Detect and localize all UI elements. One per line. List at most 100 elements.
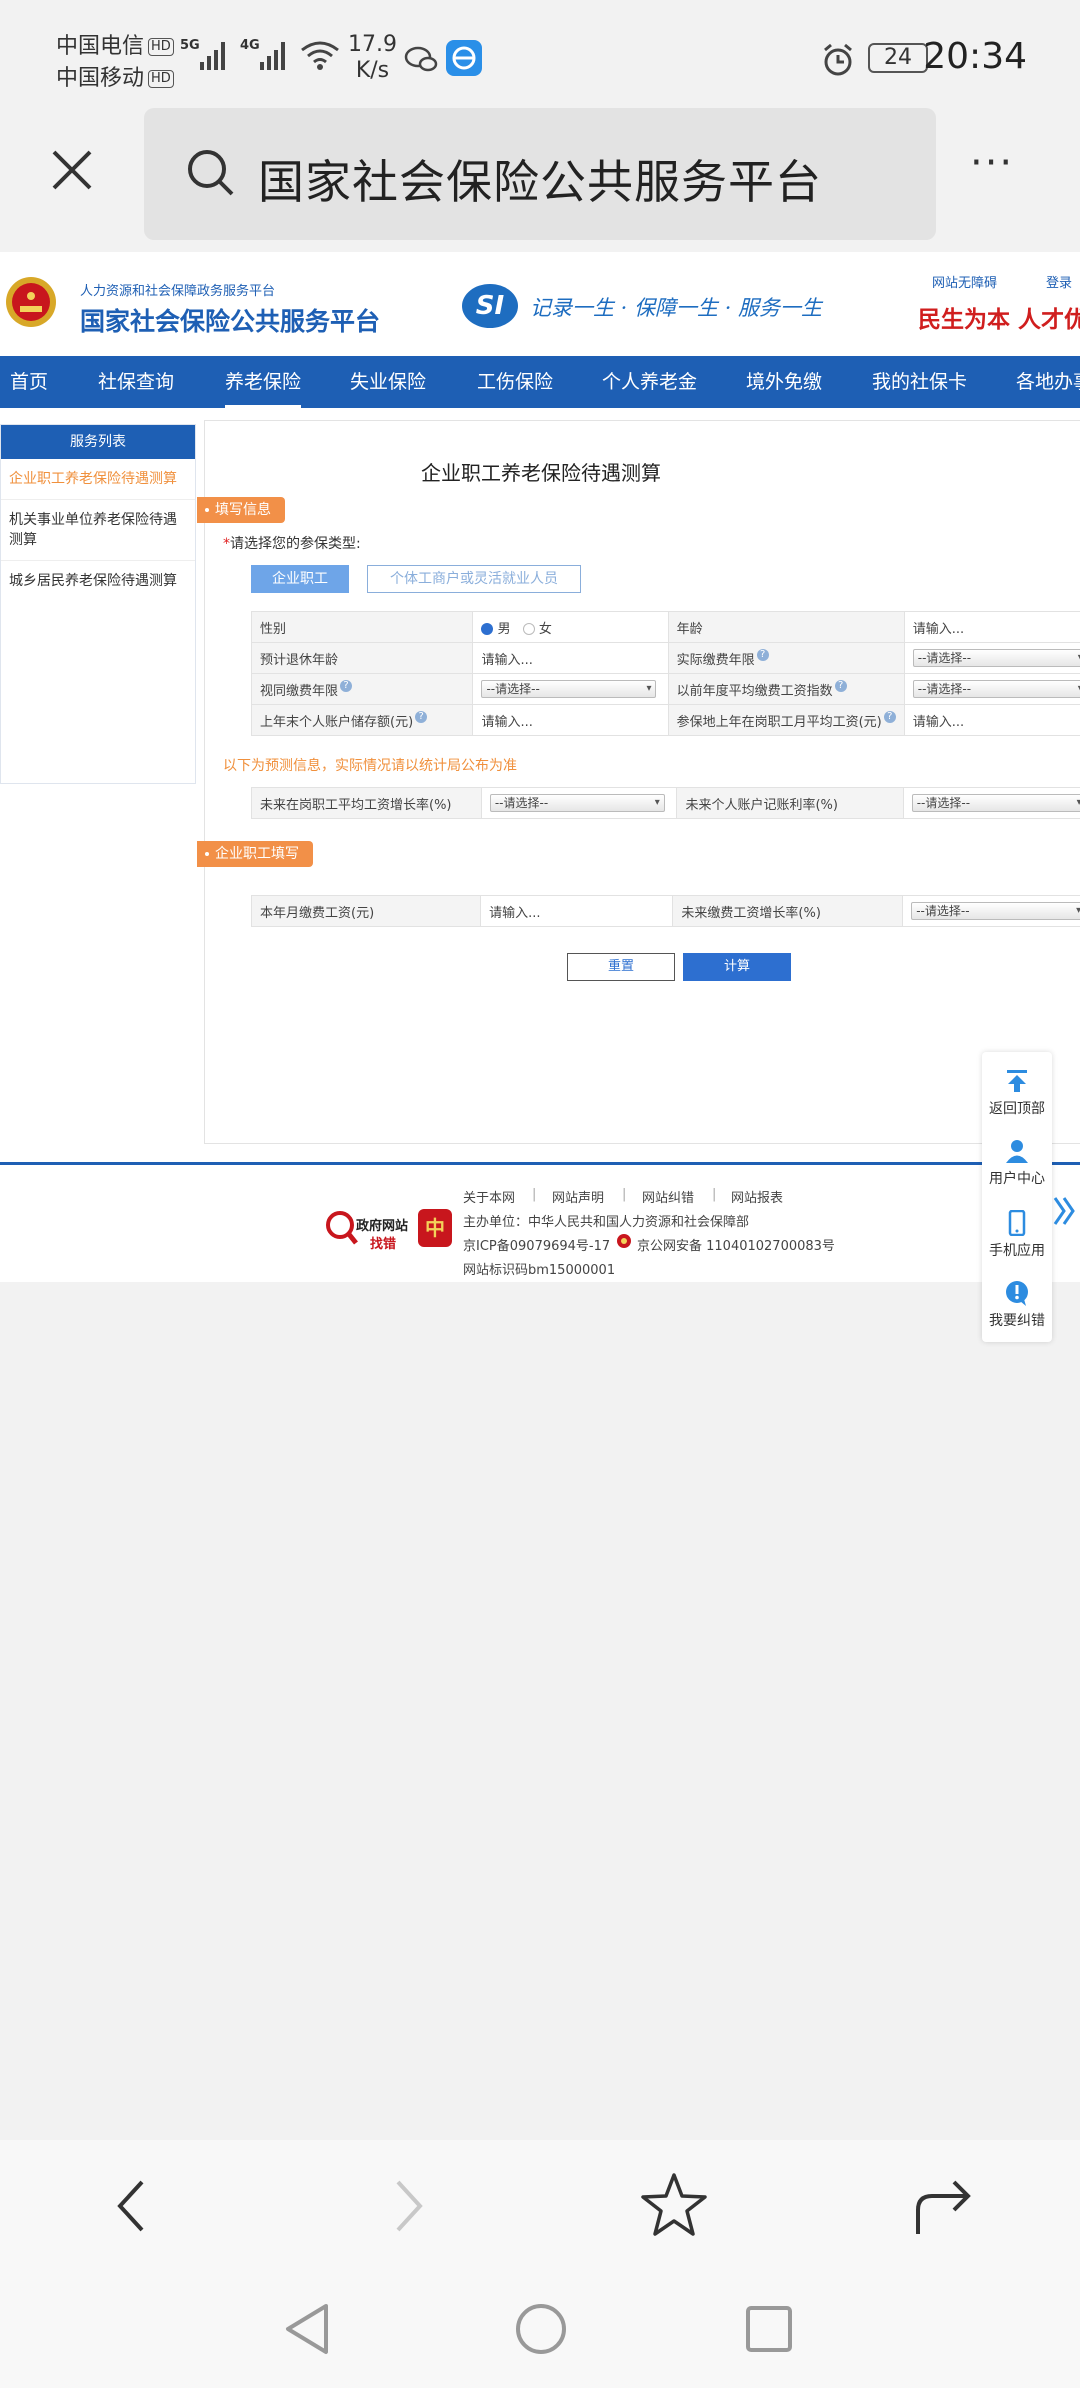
- calculate-button[interactable]: 计算: [683, 953, 791, 981]
- monthly-wage-input[interactable]: 请输入...: [480, 895, 674, 927]
- main-nav: 首页 社保查询 养老保险 失业保险 工伤保险 个人养老金 境外免缴 我的社保卡 …: [0, 356, 1080, 408]
- wage-growth-label: 未来在岗职工平均工资增长率(%): [251, 787, 482, 819]
- search-icon: [188, 150, 234, 196]
- deemed-years-select-cell: --请选择--: [472, 673, 669, 705]
- help-icon[interactable]: ?: [834, 679, 847, 692]
- actual-years-select[interactable]: --请选择--: [912, 649, 1080, 667]
- user-center-button[interactable]: 用户中心: [982, 1138, 1052, 1188]
- forward-icon[interactable]: [388, 2178, 428, 2234]
- avg-wage-input[interactable]: 请输入...: [903, 704, 1080, 736]
- type-individual-button[interactable]: 个体工商户或灵活就业人员: [367, 565, 581, 593]
- reset-button[interactable]: 重置: [567, 953, 675, 981]
- wage-index-label: 以前年度平均缴费工资指数?: [667, 673, 905, 705]
- nav-local-services[interactable]: 各地办事: [1016, 356, 1080, 408]
- page-title: 国家社会保险公共服务平台: [258, 155, 822, 209]
- address-bar[interactable]: 国家社会保险公共服务平台: [144, 108, 936, 240]
- form-table-forecast: 未来在岗职工平均工资增长率(%) --请选择-- 未来个人账户记账利率(%) -…: [251, 787, 1080, 819]
- monthly-wage-label: 本年月缴费工资(元): [250, 895, 482, 927]
- retire-age-input[interactable]: 请输入...: [472, 642, 669, 674]
- browser-toolbar: 国家社会保险公共服务平台 ···: [0, 100, 1080, 250]
- find-error-label[interactable]: 找错: [370, 1233, 396, 1252]
- interest-rate-label: 未来个人账户记账利率(%): [676, 787, 904, 819]
- footer-icp[interactable]: 京ICP备09079694号-17: [463, 1235, 610, 1254]
- type-enterprise-button[interactable]: 企业职工: [251, 565, 349, 593]
- avg-wage-label: 参保地上年在岗职工月平均工资(元)?: [667, 704, 905, 736]
- gender-options: 男 女: [472, 611, 669, 643]
- back-to-top-button[interactable]: 返回顶部: [982, 1068, 1052, 1118]
- nav-home[interactable]: 首页: [10, 356, 48, 408]
- footer-sponsor: 主办单位：中华人民共和国人力资源和社会保障部: [463, 1215, 750, 1230]
- bookmark-star-icon[interactable]: [640, 2172, 708, 2238]
- age-input[interactable]: 请输入...: [903, 611, 1080, 643]
- forecast-note: 以下为预测信息，实际情况请以统计局公布为准: [223, 758, 517, 774]
- footer-divider: |: [622, 1187, 627, 1202]
- deemed-years-select[interactable]: --请选择--: [481, 680, 657, 698]
- account-balance-label: 上年末个人账户储存额(元)?: [250, 704, 474, 736]
- calculator-panel: 企业职工养老保险待遇测算 填写信息 *请选择您的参保类型: 企业职工 个体工商户…: [197, 420, 1080, 1144]
- nav-social-insurance-query[interactable]: 社保查询: [98, 356, 174, 408]
- report-error-button[interactable]: 我要纠错: [982, 1280, 1052, 1330]
- footer-link-report[interactable]: 网站报表: [731, 1187, 783, 1206]
- female-radio[interactable]: [522, 623, 535, 635]
- gov-site-label[interactable]: 政府网站: [356, 1215, 408, 1234]
- back-icon[interactable]: [112, 2178, 152, 2234]
- alert-icon: [1006, 1281, 1028, 1306]
- future-wage-growth-select[interactable]: --请选择--: [911, 902, 1080, 920]
- section-enterprise: 企业职工填写: [197, 841, 313, 867]
- table-row: 上年末个人账户储存额(元)? 请输入... 参保地上年在岗职工月平均工资(元)?…: [250, 704, 1080, 736]
- sidebar-item-institution[interactable]: 机关事业单位养老保险待遇测算: [1, 500, 195, 561]
- interest-rate-select-cell: --请选择--: [902, 787, 1080, 819]
- status-bar: 中国电信 HD 中国移动 HD 5G 4G 17.9 K/s 24 20:34: [0, 0, 1080, 100]
- help-icon[interactable]: ?: [756, 648, 769, 661]
- insurance-type-prompt: *请选择您的参保类型:: [223, 536, 361, 552]
- age-label: 年龄: [667, 611, 905, 643]
- wifi-icon: [301, 41, 339, 70]
- help-icon[interactable]: ?: [340, 679, 353, 692]
- share-icon[interactable]: [912, 2174, 976, 2236]
- system-home-icon[interactable]: [514, 2302, 568, 2356]
- login-link[interactable]: 登录: [1046, 272, 1072, 291]
- help-icon[interactable]: ?: [883, 710, 896, 723]
- nav-injury-insurance[interactable]: 工伤保险: [477, 356, 553, 408]
- nav-personal-pension[interactable]: 个人养老金: [602, 356, 697, 408]
- floating-tools: 返回顶部 用户中心 手机应用 我要纠错: [982, 1052, 1052, 1342]
- wage-index-select[interactable]: --请选择--: [912, 680, 1080, 698]
- footer-police[interactable]: 京公网安备 11040102700083号: [637, 1235, 835, 1254]
- table-row: 未来在岗职工平均工资增长率(%) --请选择-- 未来个人账户记账利率(%) -…: [251, 787, 1080, 819]
- wage-index-select-cell: --请选择--: [903, 673, 1080, 705]
- sidebar-title: 服务列表: [1, 425, 195, 459]
- interest-rate-select[interactable]: --请选择--: [911, 794, 1080, 812]
- table-row: 性别 男 女 年龄 请输入...: [250, 611, 1080, 643]
- table-row: 预计退休年龄 请输入... 实际缴费年限? --请选择--: [250, 642, 1080, 674]
- nav-pension-insurance[interactable]: 养老保险: [225, 356, 302, 408]
- system-recents-icon[interactable]: [744, 2304, 794, 2354]
- footer-divider: |: [712, 1187, 717, 1202]
- expand-chevron-icon[interactable]: [1052, 1194, 1078, 1228]
- female-label: 女: [538, 621, 552, 637]
- retire-age-label: 预计退休年龄: [250, 642, 474, 674]
- clock: 20:34: [923, 36, 1027, 77]
- nav-unemployment-insurance[interactable]: 失业保险: [350, 356, 426, 408]
- accessibility-link[interactable]: 网站无障碍: [932, 272, 997, 291]
- more-menu-icon[interactable]: ···: [970, 140, 1014, 186]
- nav-my-card[interactable]: 我的社保卡: [872, 356, 967, 408]
- footer-link-statement[interactable]: 网站声明: [552, 1187, 604, 1206]
- phone-icon: [1008, 1210, 1026, 1236]
- form-table-enterprise: 本年月缴费工资(元) 请输入... 未来缴费工资增长率(%) --请选择--: [250, 895, 1080, 927]
- site-name[interactable]: 国家社会保险公共服务平台: [80, 302, 380, 338]
- sidebar-item-resident[interactable]: 城乡居民养老保险待遇测算: [1, 561, 195, 601]
- footer-link-error[interactable]: 网站纠错: [642, 1187, 694, 1206]
- nav-overseas-exemption[interactable]: 境外免缴: [746, 356, 822, 408]
- calculator-title: 企业职工养老保险待遇测算: [421, 461, 661, 485]
- wage-growth-select[interactable]: --请选择--: [489, 794, 665, 812]
- site-motto: 民生为本 人才优: [918, 306, 1080, 333]
- battery-indicator: 24: [868, 43, 928, 73]
- help-icon[interactable]: ?: [415, 710, 428, 723]
- future-wage-growth-select-cell: --请选择--: [902, 895, 1080, 927]
- mobile-app-button[interactable]: 手机应用: [982, 1210, 1052, 1260]
- account-balance-input[interactable]: 请输入...: [472, 704, 669, 736]
- male-radio[interactable]: [481, 623, 494, 635]
- close-icon[interactable]: [50, 148, 94, 192]
- system-back-icon[interactable]: [282, 2302, 332, 2356]
- footer-link-about[interactable]: 关于本网: [463, 1187, 515, 1206]
